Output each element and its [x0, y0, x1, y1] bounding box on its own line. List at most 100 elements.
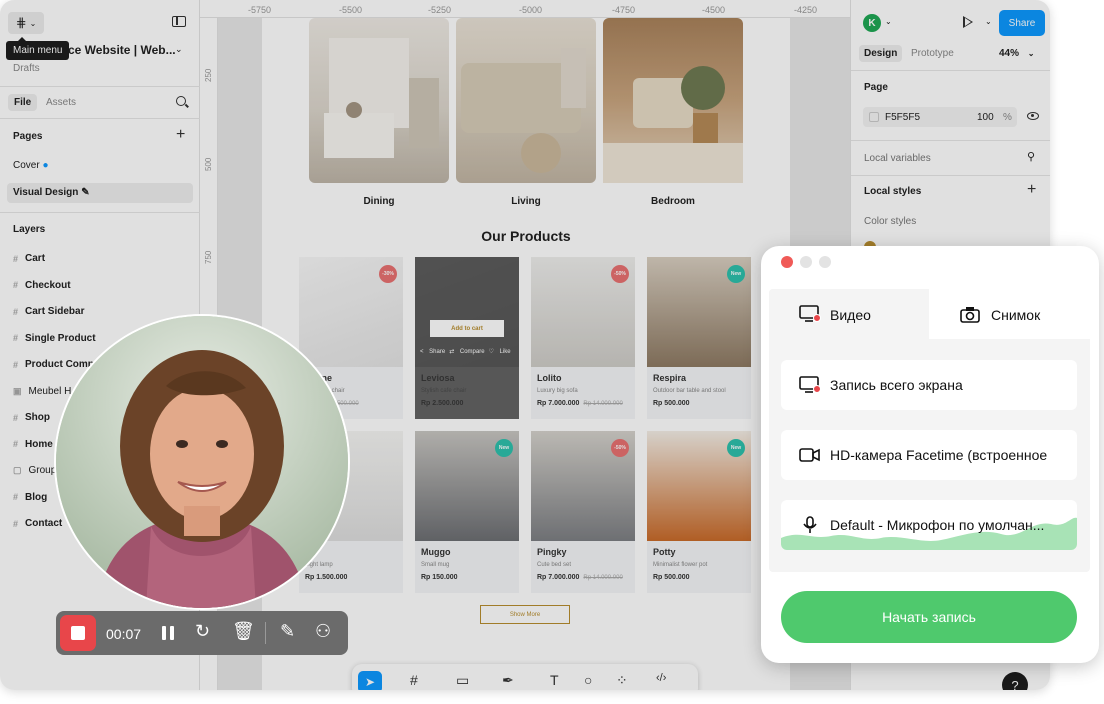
sidebar-toggle-icon[interactable] [172, 16, 186, 27]
layer-item[interactable]: # Checkout [13, 280, 71, 291]
canvas[interactable]: Dining Living Bedroom Our Products herin… [218, 18, 850, 690]
price-value: Rp 1.500.000 [305, 574, 348, 581]
category-label: Dining [363, 196, 395, 207]
eye-icon[interactable] [1027, 112, 1039, 120]
file-title[interactable]: ce Website | Web... [68, 43, 176, 57]
page-background-field[interactable]: F5F5F5 100 % [863, 107, 1017, 127]
layer-item[interactable]: ▣ Meubel H [13, 386, 71, 397]
trash-icon[interactable]: 🗑 [232, 621, 255, 642]
page-header: Page [864, 82, 888, 93]
bg-opacity[interactable]: 100 [977, 112, 994, 123]
chevron-down-icon[interactable]: ⌄ [985, 17, 992, 26]
layer-item[interactable]: # Blog [13, 492, 47, 503]
design-frame[interactable]: Dining Living Bedroom Our Products herin… [262, 18, 790, 690]
product-name: Lolito [537, 373, 562, 383]
pause-icon[interactable] [162, 626, 174, 640]
product-card[interactable]: Pingky Cute bed set Rp 7.000.000 Rp 14.000.… [531, 431, 635, 593]
webcam-bubble[interactable] [56, 316, 348, 608]
comment-tool-icon[interactable]: ○ [584, 672, 592, 688]
avatar[interactable]: K [863, 14, 881, 32]
layer-item[interactable]: # Contact [13, 518, 62, 529]
zoom-level[interactable]: 44% ⌄ [999, 48, 1035, 59]
ruler-tick: -4250 [794, 5, 818, 15]
discount-badge: New [727, 265, 745, 283]
option-microphone[interactable]: Default - Микрофон по умолчан... [781, 500, 1077, 550]
file-location[interactable]: Drafts [13, 63, 40, 74]
color-swatch[interactable] [869, 112, 879, 122]
stop-recording-button[interactable] [60, 615, 96, 651]
frame-tool-icon[interactable]: # [410, 672, 418, 688]
search-icon[interactable] [176, 96, 186, 106]
camera-person-icon[interactable]: ⚇ [315, 621, 331, 642]
webcam-person-image [56, 316, 348, 608]
variables-icon[interactable]: ⚲ [1027, 150, 1035, 163]
close-window-icon[interactable] [781, 256, 793, 268]
add-style-icon[interactable]: + [1027, 181, 1036, 199]
present-play-icon[interactable] [963, 16, 973, 28]
move-tool-icon[interactable]: ➤ [358, 671, 382, 690]
old-price: Rp 14.000.000 [583, 575, 623, 581]
draw-pen-icon[interactable]: ✎ [280, 621, 295, 642]
layer-label: Cart [25, 253, 46, 264]
layer-item[interactable]: # Product Comp [13, 359, 94, 370]
tab-video-label[interactable]: Видео [830, 307, 871, 323]
compare-link[interactable]: ⇄ Compare [449, 349, 484, 355]
add-page-icon[interactable]: + [176, 126, 185, 144]
product-card[interactable]: Muggo Small mug Rp 150.000 New [415, 431, 519, 593]
layer-item[interactable]: # Shop [13, 412, 50, 423]
main-menu-button[interactable]: ⋕ ⌄ [8, 12, 44, 34]
option-full-screen[interactable]: Запись всего экрана [781, 360, 1077, 410]
discount-badge: -30% [379, 265, 397, 283]
page-item-visual-design[interactable]: Visual Design ✎ [13, 187, 90, 198]
text-tool-icon[interactable]: T [550, 672, 559, 688]
rectangle-tool-icon[interactable]: ▭ [456, 672, 469, 689]
product-card[interactable]: Respira Outdoor bar table and stool Rp 500… [647, 257, 751, 419]
dev-mode-icon[interactable]: ‹/› [656, 672, 666, 684]
price-value: Rp 150.000 [421, 574, 458, 581]
tab-snapshot-label[interactable]: Снимок [991, 307, 1040, 323]
start-recording-button[interactable]: Начать запись [781, 591, 1077, 643]
ruler-tick: -5750 [248, 5, 272, 15]
tab-prototype[interactable]: Prototype [911, 48, 954, 59]
layer-item[interactable]: # Single Product [13, 333, 96, 344]
bg-hex[interactable]: F5F5F5 [885, 112, 920, 123]
layers-header: Layers [13, 224, 46, 235]
like-link[interactable]: ♡ Like [489, 349, 511, 355]
layer-item[interactable]: # Cart Sidebar [13, 306, 84, 317]
actions-tool-icon[interactable]: ⁘ [616, 672, 628, 689]
tab-design[interactable]: Design [859, 45, 903, 62]
layer-label: Cart Sidebar [25, 306, 85, 317]
layer-item[interactable]: # Cart [13, 253, 45, 264]
category-label: Bedroom [651, 196, 695, 207]
page-item-cover[interactable]: Cover ● [13, 160, 49, 171]
restart-icon[interactable]: ↻ [195, 621, 210, 642]
recording-timer: 00:07 [106, 626, 142, 642]
tab-file[interactable]: File [8, 94, 38, 111]
recording-control-bar: 00:07 ↻ 🗑 ✎ ⚇ [56, 611, 348, 655]
frame-icon: ▢ [13, 465, 21, 475]
tab-assets[interactable]: Assets [46, 97, 76, 108]
screen-record-icon [799, 305, 821, 322]
layer-item[interactable]: # Home [13, 439, 53, 450]
zoom-window-icon[interactable] [819, 256, 831, 268]
category-image-bedroom [603, 18, 743, 183]
product-description: Minimalist flower pot [653, 562, 708, 568]
ruler-tick: 250 [204, 68, 213, 82]
local-variables[interactable]: Local variables [864, 153, 931, 164]
price-value: Rp 500.000 [653, 400, 690, 407]
product-price: Rp 150.000 [421, 574, 458, 581]
product-card[interactable]: Potty Minimalist flower pot Rp 500.000 New [647, 431, 751, 593]
product-card[interactable]: Lolito Luxury big sofa Rp 7.000.000 Rp 14.0… [531, 257, 635, 419]
chevron-down-icon[interactable]: ⌄ [885, 17, 892, 26]
layer-item[interactable]: ▢ Group [13, 465, 56, 476]
share-link[interactable]: < Share [420, 349, 445, 355]
pen-tool-icon[interactable]: ✒ [502, 672, 514, 689]
price-value: Rp 500.000 [653, 574, 690, 581]
chevron-down-icon[interactable]: ⌄ [175, 44, 183, 55]
product-card[interactable]: LeviosaStylish cafe chairRp 2.500.000Add… [415, 257, 519, 419]
show-more-button[interactable]: Show More [480, 605, 570, 624]
minimize-window-icon[interactable] [800, 256, 812, 268]
option-camera[interactable]: HD-камера Facetime (встроенное [781, 430, 1077, 480]
share-button[interactable]: Share [999, 10, 1045, 36]
add-to-cart-button[interactable]: Add to cart [430, 320, 504, 337]
